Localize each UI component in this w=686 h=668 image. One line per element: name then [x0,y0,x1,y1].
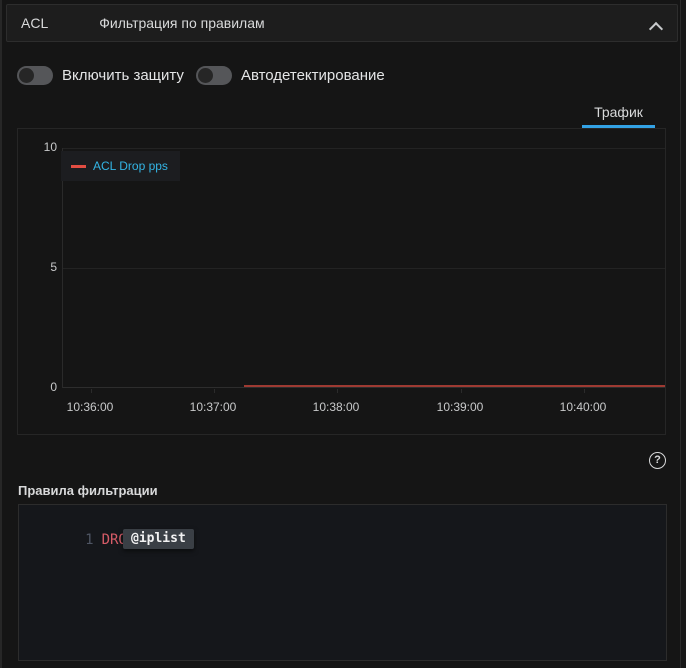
drawer-left-edge [0,0,2,668]
autodetect-toggle-label: Автодетектирование [241,67,385,84]
x-axis-label-1: 10:36:00 [55,400,125,414]
series-acl-drop-pps [244,385,665,387]
x-axis-label-5: 10:40:00 [548,400,618,414]
autodetect-toggle[interactable] [196,66,232,85]
x-axis-label-3: 10:38:00 [301,400,371,414]
toggle-row: Включить защиту Автодетектирование [17,66,397,85]
x-axis-label-2: 10:37:00 [178,400,248,414]
toggle-knob [19,68,34,83]
x-axis-tick [337,389,338,393]
gridline-5 [63,268,665,269]
y-axis-tick-10: 10 [18,140,57,155]
x-axis-tick [91,389,92,393]
y-axis-tick-5: 5 [18,260,57,275]
line-number: 1 [70,531,94,550]
section-header[interactable]: ACL Фильтрация по правилам [6,4,678,42]
protect-toggle[interactable] [17,66,53,85]
traffic-chart: 10 5 0 ACL Drop pps 10:36:00 10:37:00 10… [17,128,666,435]
toggle-knob [198,68,213,83]
acl-panel: ACL Фильтрация по правилам Включить защи… [0,0,686,668]
x-axis-label-4: 10:39:00 [425,400,495,414]
x-axis-tick [214,389,215,393]
rules-section-label: Правила фильтрации [18,483,158,498]
section-id-label: ACL [21,15,48,31]
protect-toggle-label: Включить защиту [62,67,184,84]
section-title: Фильтрация по правилам [99,15,264,31]
legend-series-name: ACL Drop pps [93,159,168,173]
y-axis-tick-0: 0 [18,380,57,395]
x-axis-tick [461,389,462,393]
chevron-up-icon[interactable] [649,22,663,36]
panel-right-gutter [681,0,686,668]
legend-item-acl-drop-pps[interactable]: ACL Drop pps [61,151,180,181]
legend-line-swatch [71,165,86,168]
tab-traffic[interactable]: Трафик [582,100,655,128]
panel-right-edge [680,0,681,668]
help-icon[interactable]: ? [649,452,666,469]
gridline-10 [63,148,665,149]
x-axis-tick [584,389,585,393]
plot-area[interactable]: ACL Drop pps [62,148,665,388]
rules-code-editor[interactable]: 1DROP src @iplist [18,504,667,661]
autocomplete-suggestion-iplist[interactable]: @iplist [123,529,194,549]
x-axis-line [63,387,665,388]
